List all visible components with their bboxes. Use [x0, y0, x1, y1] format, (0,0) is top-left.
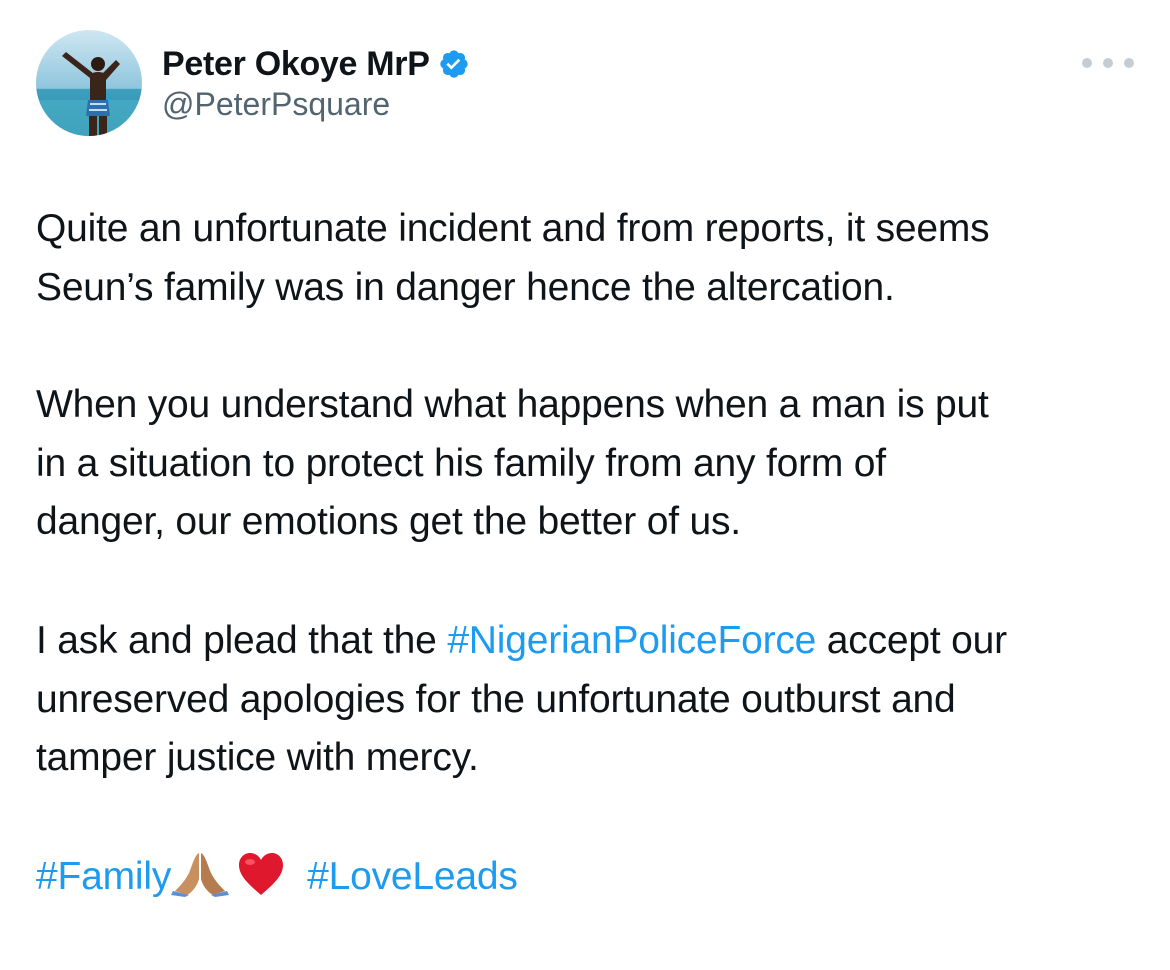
tweet-paragraph-2: When you understand what happens when a …	[36, 383, 989, 544]
tweet-paragraph-1: Quite an unfortunate incident and from r…	[36, 207, 990, 309]
avatar[interactable]	[36, 30, 142, 136]
tweet-hashtags-line: #Family #LoveLeads	[36, 848, 1146, 915]
hashtag-family-link[interactable]: #Family	[36, 855, 171, 898]
more-dot	[1124, 58, 1134, 68]
more-dot	[1082, 58, 1092, 68]
more-dot	[1103, 58, 1113, 68]
verified-badge-icon[interactable]	[438, 48, 470, 80]
red-heart-icon	[237, 851, 285, 915]
author-handle[interactable]: @PeterPsquare	[162, 86, 390, 123]
praying-hands-icon	[171, 849, 230, 915]
more-options-icon[interactable]	[1082, 48, 1134, 78]
hashtag-loveleads-link[interactable]: #LoveLeads	[307, 855, 518, 898]
tweet-text: I ask and plead that the	[36, 619, 448, 662]
author-name-row: Peter Okoye MrP	[162, 42, 470, 86]
tweet-paragraph-3: I ask and plead that the #NigerianPolice…	[36, 612, 1146, 788]
hashtag-nigerian-police-force-link[interactable]: #NigerianPoliceForce	[447, 619, 816, 662]
author-display-name[interactable]: Peter Okoye MrP	[162, 45, 430, 84]
